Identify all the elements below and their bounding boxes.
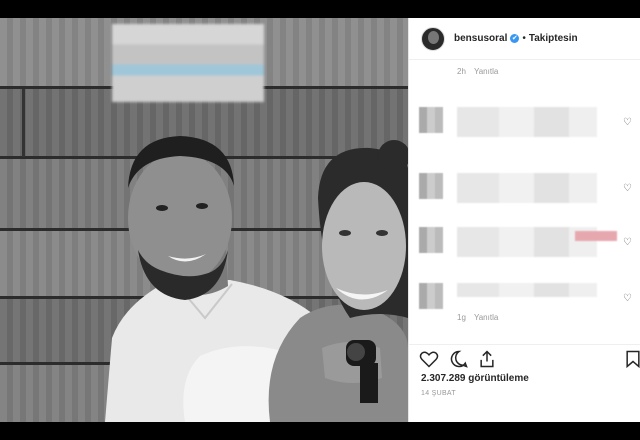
- comments-list[interactable]: 2h Yanıtla ♡ ♡ ♡ ♡ 1g Yanıtla: [409, 61, 640, 339]
- reply-link[interactable]: Yanıtla: [474, 67, 498, 76]
- post-photo[interactable]: [0, 18, 408, 422]
- blurred-avatar[interactable]: [419, 227, 443, 253]
- blurred-comment-text: [457, 283, 597, 297]
- post-side-panel: bensusoral ✔ • Takiptesin 2h Yanıtla ♡ ♡…: [408, 18, 640, 422]
- heart-outline-icon[interactable]: [419, 349, 439, 369]
- share-icon[interactable]: [477, 349, 497, 369]
- reply-link[interactable]: Yanıtla: [474, 313, 498, 322]
- bookmark-icon[interactable]: [623, 349, 640, 369]
- bottom-black-bar: [0, 422, 640, 440]
- list-item: ♡: [409, 227, 640, 277]
- post-header: bensusoral ✔ • Takiptesin: [409, 18, 640, 60]
- comment-time: 2h: [457, 67, 466, 76]
- blurred-avatar[interactable]: [419, 107, 443, 133]
- blurred-mention: [575, 231, 617, 241]
- couple-illustration: [105, 136, 408, 422]
- woman-face: [322, 182, 406, 310]
- blurred-avatar[interactable]: [419, 283, 443, 309]
- action-bar: [409, 344, 640, 372]
- username-link[interactable]: bensusoral: [454, 33, 507, 44]
- top-black-bar: [0, 0, 640, 18]
- verified-badge-icon: ✔: [510, 34, 520, 43]
- heart-outline-icon[interactable]: ♡: [623, 237, 632, 248]
- comment-time: 1g: [457, 313, 466, 322]
- list-item: ♡ 1g Yanıtla: [409, 283, 640, 333]
- following-button[interactable]: Takiptesin: [529, 33, 578, 44]
- list-item: ♡: [409, 107, 640, 157]
- blurred-avatar[interactable]: [419, 173, 443, 199]
- blurred-comment-text: [457, 173, 597, 203]
- heart-outline-icon[interactable]: ♡: [623, 117, 632, 128]
- heart-outline-icon[interactable]: ♡: [623, 293, 632, 304]
- separator-dot: •: [522, 33, 526, 44]
- comment-meta: 1g Yanıtla: [457, 313, 504, 322]
- blurred-comment-text: [457, 107, 597, 137]
- view-count[interactable]: 2.307.289 görüntüleme: [421, 373, 529, 384]
- heart-outline-icon[interactable]: ♡: [623, 183, 632, 194]
- list-item: ♡: [409, 173, 640, 223]
- speech-bubble-icon[interactable]: [449, 349, 469, 369]
- avatar[interactable]: [421, 26, 445, 51]
- blurred-comment-text: [457, 227, 617, 257]
- post-date: 14 ŞUBAT: [421, 390, 456, 397]
- comment-meta: 2h Yanıtla: [457, 67, 504, 76]
